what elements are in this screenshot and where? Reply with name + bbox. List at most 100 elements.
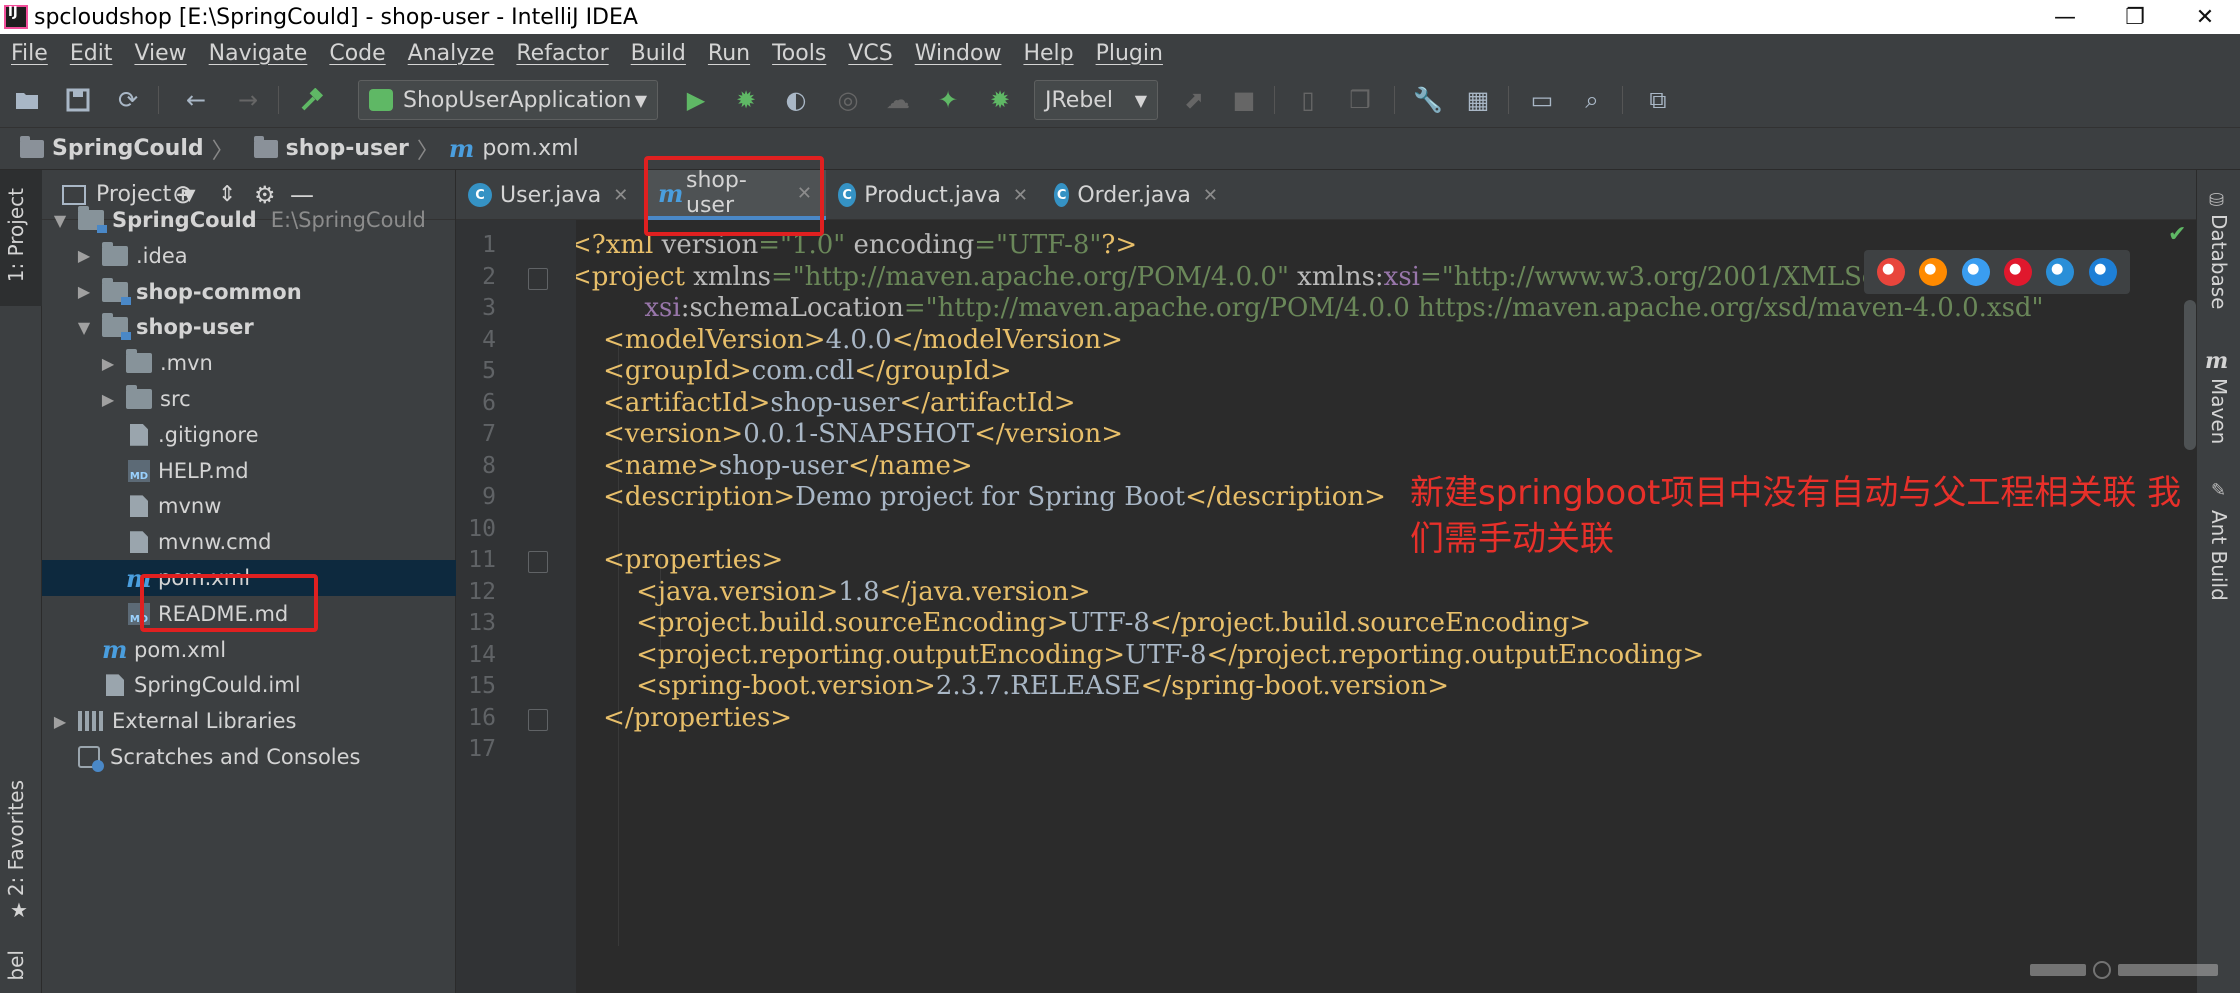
menu-window[interactable]: Window [904,41,1013,66]
tree-item[interactable]: Scratches and Consoles [42,739,456,775]
jrebel-select[interactable]: JRebel ▼ [1034,80,1158,120]
menu-run[interactable]: Run [697,41,761,66]
debug-icon[interactable]: ✹ [732,86,760,114]
attach-icon[interactable]: ☁ [884,86,912,114]
presentation-icon[interactable]: ⧉ [1644,86,1672,114]
tree-item[interactable]: MD HELP.md [42,453,456,489]
tree-item[interactable]: .gitignore [42,417,456,453]
favorites-tool-tab[interactable]: 2: Favorites [4,780,28,896]
menu-code[interactable]: Code [318,41,396,66]
menu-file[interactable]: File [0,41,59,66]
restore-button[interactable]: ❐ [2100,0,2170,34]
folder-icon [126,385,152,409]
project-structure-icon[interactable]: ▦ [1464,86,1492,114]
folder-icon [102,241,128,266]
close-icon[interactable]: ✕ [1013,185,1028,206]
breadcrumb-item-pom[interactable]: m pom.xml [449,134,579,163]
tree-item[interactable]: ▶ src [42,381,456,417]
edge-icon[interactable] [2088,258,2117,286]
opera-icon[interactable] [2004,258,2033,286]
breadcrumb-item-springcould[interactable]: SpringCould 〉 [20,133,234,165]
cubes-icon[interactable]: ❒ [1346,86,1374,114]
menu-analyze[interactable]: Analyze [397,41,506,66]
run-icon[interactable]: ▶ [682,86,710,114]
star-icon: ★ [10,898,28,922]
build-hammer-icon[interactable] [298,86,326,114]
tree-item[interactable]: ▶ External Libraries [42,703,456,739]
tree-item[interactable]: ▶ .idea [42,238,456,274]
ie-icon[interactable] [2046,258,2075,286]
tree-item[interactable]: mvnw.cmd [42,524,456,560]
editor-tab[interactable]: C User.java ✕ [456,170,646,220]
collapsed-arrow-icon[interactable]: ▶ [74,246,94,265]
open-folder-icon[interactable] [14,86,42,114]
fold-toggle-icon[interactable] [528,267,548,290]
collapsed-arrow-icon[interactable]: ▶ [98,354,118,373]
run-configuration-select[interactable]: ShopUserApplication ▼ [358,80,658,120]
safari-icon[interactable] [1961,258,1990,286]
fold-toggle-icon[interactable] [528,551,548,573]
close-icon[interactable]: ✕ [1203,185,1218,206]
project-tool-tab[interactable]: 1: Project [4,188,28,282]
menu-help[interactable]: Help [1012,41,1084,66]
device-icon[interactable]: ▯ [1294,86,1322,114]
menu-navigate[interactable]: Navigate [198,41,319,66]
tree-item[interactable]: SpringCould.iml [42,667,456,703]
jrebel-panel-icon[interactable]: ⬈ [1180,86,1208,114]
ant-build-tool-tab[interactable]: Ant Build [2207,510,2231,601]
forward-icon[interactable]: → [234,86,262,114]
collapsed-arrow-icon[interactable]: ▶ [50,712,70,731]
tree-item[interactable]: ▼ SpringCould E:\SpringCould [42,202,456,238]
line-number: 12 [468,578,496,605]
back-icon[interactable]: ← [182,86,210,114]
annotation-text: 新建springboot项目中没有自动与父工程相关联 我们需手动关联 [1410,473,2182,559]
menu-view[interactable]: View [123,41,197,66]
menu-refactor[interactable]: Refactor [505,41,619,66]
menu-edit[interactable]: Edit [59,41,124,66]
expanded-arrow-icon[interactable]: ▼ [74,318,94,337]
expanded-arrow-icon[interactable]: ▼ [50,211,70,230]
menu-vcs[interactable]: VCS [837,41,903,66]
tree-item[interactable]: mvnw [42,488,456,524]
editor-tab[interactable]: C Product.java ✕ [826,170,1042,220]
breadcrumb-item-shop-user[interactable]: shop-user 〉 [253,133,439,165]
tree-item[interactable]: ▼ shop-user [42,309,456,345]
search-icon[interactable]: ⌕ [1578,86,1606,114]
code-line: <project xmlns="http://maven.apache.org/… [576,261,2081,292]
chrome-icon[interactable] [1877,258,1906,286]
close-icon[interactable]: ✕ [613,185,628,206]
menu-tools[interactable]: Tools [761,41,837,66]
settings-wrench-icon[interactable]: 🔧 [1413,86,1443,114]
profile-icon[interactable]: ◎ [834,86,862,114]
ant-icon: ✎ [2211,480,2227,501]
maven-tool-tab[interactable]: Maven [2207,378,2231,444]
code-editor[interactable]: <?xml version="1.0" encoding="UTF-8"?> <p… [576,220,2196,993]
bottom-tool-tab[interactable]: bel [4,950,28,981]
editor-scrollbar[interactable] [2184,300,2196,450]
collapsed-arrow-icon[interactable]: ▶ [98,390,118,409]
title-bar: spcloudshop [E:\SpringCould] - shop-user… [0,0,2240,34]
close-window-button[interactable]: ✕ [2170,0,2240,34]
collapsed-arrow-icon[interactable]: ▶ [74,282,94,301]
inspection-ok-icon[interactable]: ✔ [2168,222,2186,247]
minimize-button[interactable]: — [2030,0,2100,34]
line-number: 16 [468,704,496,731]
tree-item[interactable]: ▶ .mvn [42,345,456,381]
editor-tab[interactable]: C Order.java ✕ [1042,170,1232,220]
sync-icon[interactable]: ⟳ [114,86,142,114]
menu-build[interactable]: Build [620,41,697,66]
terminal-icon[interactable]: ▭ [1528,86,1556,114]
menu-plugin[interactable]: Plugin [1085,41,1174,66]
line-number: 13 [468,610,496,636]
database-tool-tab[interactable]: Database [2207,214,2231,309]
stop-icon[interactable]: ■ [1230,86,1258,114]
firefox-icon[interactable] [1919,258,1948,286]
tree-item[interactable]: ▶ shop-common [42,274,456,310]
tree-item[interactable]: m pom.xml [42,632,456,668]
coverage-icon[interactable]: ◐ [782,86,810,114]
fold-toggle-icon[interactable] [528,708,548,731]
menu-bar: File Edit View Navigate Code Analyze Refactor B… [0,34,2240,72]
save-all-icon[interactable] [64,86,92,114]
jrebel-run-icon[interactable]: ✦ [934,86,962,114]
jrebel-debug-icon[interactable]: ✹ [986,86,1014,114]
